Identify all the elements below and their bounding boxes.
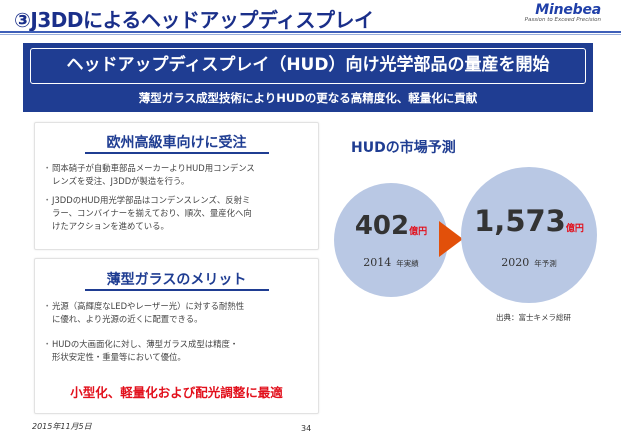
merit-highlight: 小型化、軽量化および配光調整に最適 — [70, 385, 283, 400]
list-item: ・J3DDのHUD用光学部品はコンデンスレンズ、反射ミ ラー、コンバイナーを揃え… — [43, 194, 315, 232]
forecast-value: 1,573 — [474, 204, 566, 238]
bullet-text: に優れ、より光源の近くに配置できる。 — [52, 313, 203, 324]
logo-name: Minebea — [535, 2, 601, 18]
company-logo: Minebea Passion to Exceed Precision — [509, 2, 602, 23]
banner-headline: ヘッドアップディスプレイ（HUD）向け光学部品の量産を開始 — [30, 48, 586, 84]
current-market-circle: 402億円 2014 年実績 — [334, 183, 448, 297]
list-item: ・岡本硝子が自動車部品メーカーよりHUD用コンデンス レンズを受注、J3DDが製… — [43, 162, 315, 188]
title-divider — [0, 31, 621, 33]
market-title: HUDの市場予測 — [351, 140, 456, 156]
banner-subline: 薄型ガラス成型技術によりHUDの更なる高精度化、軽量化に貢献 — [138, 91, 478, 105]
logo-tagline: Passion to Exceed Precision — [524, 17, 601, 23]
forecast-year-number: 2020 — [501, 256, 530, 269]
current-year-number: 2014 — [363, 256, 392, 269]
footer-date: 2015年11月5日 — [32, 422, 92, 431]
source-note: 出典：富士キメラ総研 — [496, 313, 571, 322]
forecast-market-circle: 1,573億円 2020 年予測 — [461, 167, 597, 303]
bullet-text: HUDの大画面化に対し、薄型ガラス成型は精度・ — [52, 339, 239, 349]
order-panel-title: 欧州高級車向けに受注 — [106, 135, 247, 151]
current-year: 2014 年実績 — [334, 251, 448, 270]
bullet-dot-icon: ・ — [43, 163, 52, 173]
bullet-dot-icon: ・ — [43, 195, 52, 205]
title-bar: ③J3DDによるヘッドアップディスプレイ Minebea Passion to … — [0, 0, 621, 35]
merit-panel-title: 薄型ガラスのメリット — [106, 272, 247, 288]
bullet-dot-icon: ・ — [43, 301, 52, 311]
merit-panel: 薄型ガラスのメリット ・光源（高輝度なLEDやレーザー光）に対する耐熱性 に優れ… — [34, 258, 319, 414]
order-panel: 欧州高級車向けに受注 ・岡本硝子が自動車部品メーカーよりHUD用コンデンス レン… — [34, 122, 319, 250]
bullet-text: レンズを受注、J3DDが製造を行う。 — [52, 175, 190, 186]
forecast-year: 2020 年予測 — [461, 251, 597, 270]
forecast-amount: 1,573億円 — [461, 204, 597, 238]
merit-panel-underline — [85, 289, 269, 291]
bullet-dot-icon: ・ — [43, 339, 52, 349]
page-title: ③J3DDによるヘッドアップディスプレイ — [14, 8, 374, 32]
arrow-right-icon — [439, 221, 463, 257]
bullet-text: ラー、コンバイナーを揃えており、順次、量産化へ向 — [52, 207, 252, 218]
forecast-year-label: 年予測 — [534, 259, 557, 268]
forecast-unit: 億円 — [565, 224, 584, 234]
list-item: ・光源（高輝度なLEDやレーザー光）に対する耐熱性 に優れ、より光源の近くに配置… — [43, 300, 315, 326]
current-year-label: 年実績 — [396, 259, 419, 268]
list-item: ・HUDの大画面化に対し、薄型ガラス成型は精度・ 形状安定性・重量等において優位… — [43, 338, 315, 364]
bullet-text: 形状安定性・重量等において優位。 — [52, 351, 186, 362]
bullet-text: 岡本硝子が自動車部品メーカーよりHUD用コンデンス — [52, 163, 255, 173]
current-value: 402 — [354, 211, 410, 241]
bullet-text: J3DDのHUD用光学部品はコンデンスレンズ、反射ミ — [52, 195, 251, 205]
current-unit: 億円 — [409, 227, 428, 237]
bullet-text: 光源（高輝度なLEDやレーザー光）に対する耐熱性 — [52, 301, 245, 311]
current-amount: 402億円 — [334, 211, 448, 241]
page-number: 34 — [301, 424, 312, 433]
bullet-text: けたアクションを進めている。 — [52, 220, 169, 231]
order-panel-underline — [85, 152, 269, 154]
title-divider-thin — [0, 34, 621, 35]
